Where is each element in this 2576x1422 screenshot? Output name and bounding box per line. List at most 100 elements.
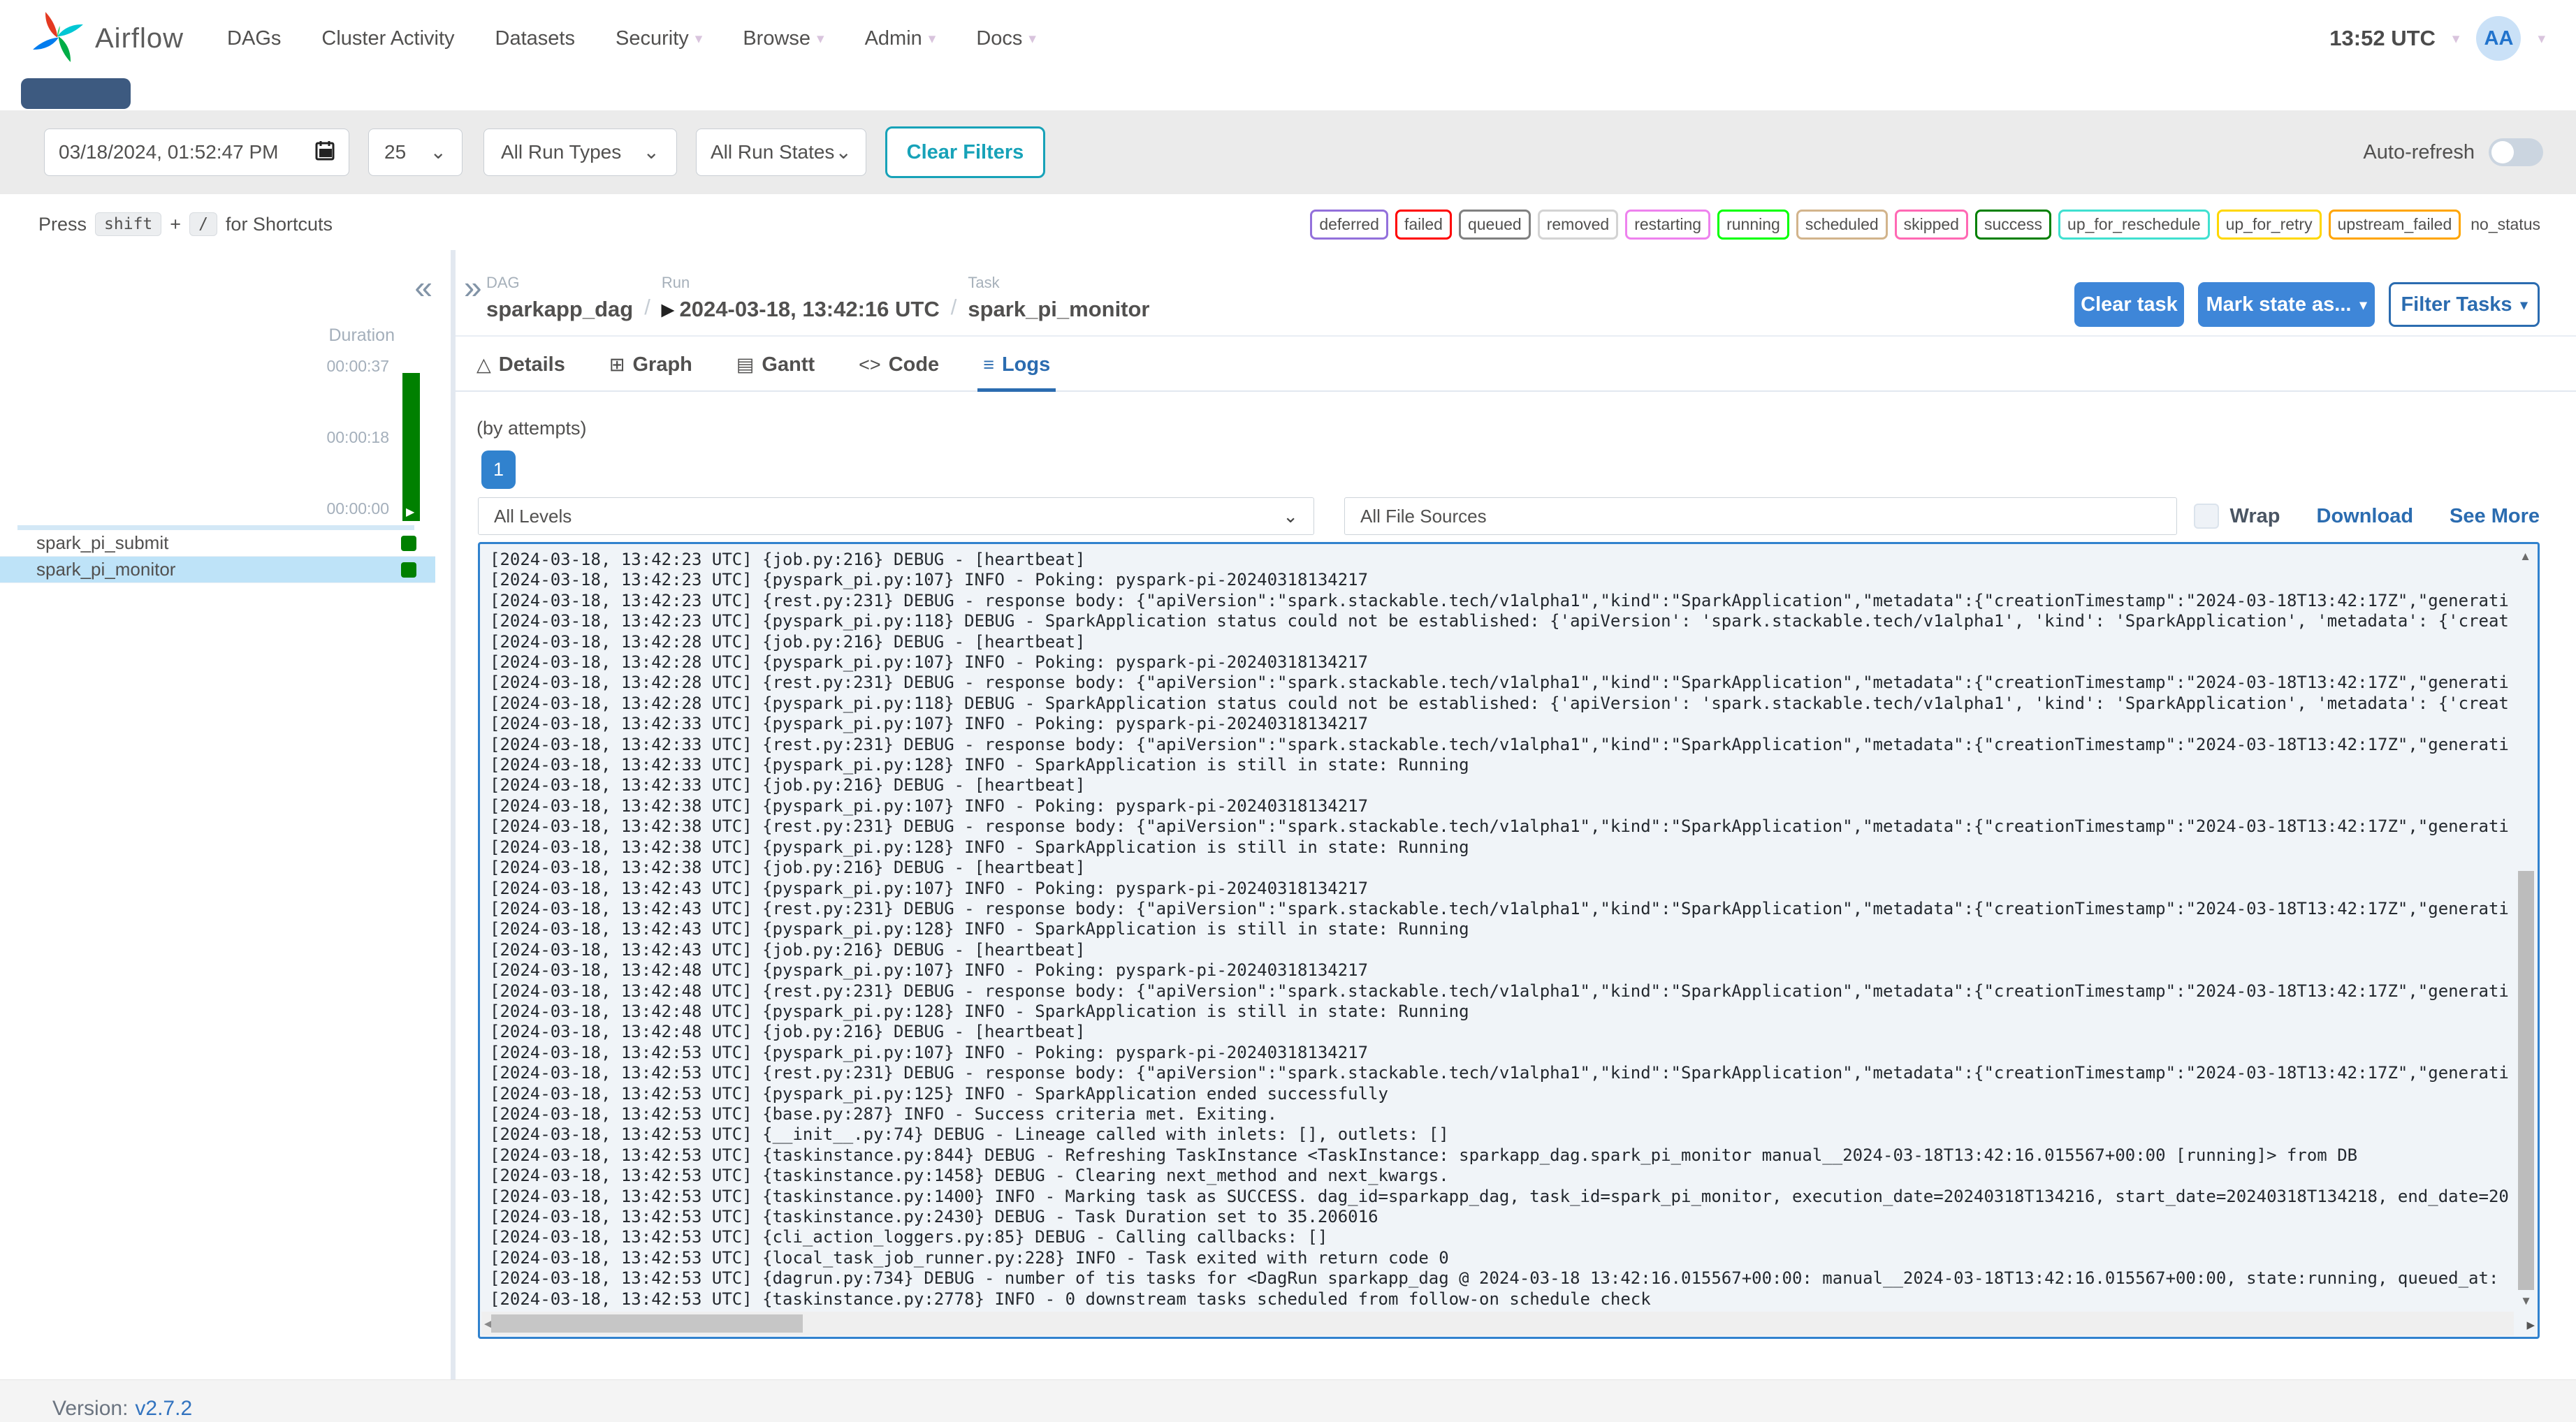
user-chevron-down-icon[interactable]: ▾ xyxy=(2538,30,2545,47)
tab-icon: ▤ xyxy=(736,353,755,375)
breadcrumb-run[interactable]: Run ▶ 2024-03-18, 13:42:16 UTC xyxy=(662,274,940,322)
log-line: [2024-03-18, 13:42:53 UTC] {taskinstance… xyxy=(490,1207,1378,1226)
task-actions: Clear task Mark state as... ▾ Filter Tas… xyxy=(2074,282,2540,327)
task-status-square[interactable] xyxy=(401,562,416,578)
filter-tasks-button[interactable]: Filter Tasks ▾ xyxy=(2389,282,2540,327)
page-size-select[interactable]: 25 ⌄ xyxy=(368,129,463,176)
legend-badge-up_for_retry[interactable]: up_for_retry xyxy=(2216,209,2322,240)
task-name: spark_pi_submit xyxy=(36,532,169,553)
tab-label: Code xyxy=(888,353,940,376)
legend-badge-success[interactable]: success xyxy=(1974,209,2052,240)
calendar-icon[interactable] xyxy=(315,140,335,166)
horizontal-scrollbar-track[interactable]: ◀ xyxy=(481,1312,2514,1335)
wrap-checkbox[interactable] xyxy=(2193,504,2219,529)
grid-view-button-partial[interactable] xyxy=(21,78,131,109)
log-levels-select[interactable]: All Levels ⌄ xyxy=(478,497,1314,535)
nav-item-docs[interactable]: Docs ▾ xyxy=(976,27,1036,50)
duration-tick: 00:00:00 xyxy=(326,499,389,518)
nav-item-browse[interactable]: Browse ▾ xyxy=(743,27,824,50)
shortcuts-hint: Press shift + / for Shortcuts xyxy=(38,212,333,236)
clock[interactable]: 13:52 UTC xyxy=(2329,26,2436,51)
wrap-toggle[interactable]: Wrap xyxy=(2193,504,2280,529)
log-line: [2024-03-18, 13:42:38 UTC] {pyspark_pi.p… xyxy=(490,796,1369,816)
clear-filters-button[interactable]: Clear Filters xyxy=(885,126,1045,178)
scroll-down-icon[interactable]: ▼ xyxy=(2520,1294,2532,1308)
legend-badge-removed[interactable]: removed xyxy=(1537,209,1619,240)
attempt-1-button[interactable]: 1 xyxy=(481,450,516,489)
collapse-sidebar-icon[interactable]: « xyxy=(414,271,432,303)
expand-panel-icon[interactable]: » xyxy=(464,271,482,303)
detail-tabs: △ Details ⊞ Graph ▤ Gantt <> Code ≡ Logs xyxy=(456,339,2576,392)
breadcrumb-dag[interactable]: DAG sparkapp_dag xyxy=(486,274,633,322)
chevron-down-icon: ⌄ xyxy=(835,141,852,163)
nav-item-security[interactable]: Security ▾ xyxy=(616,27,702,50)
log-line: [2024-03-18, 13:42:48 UTC] {pyspark_pi.p… xyxy=(490,960,1369,981)
clear-task-button[interactable]: Clear task xyxy=(2074,282,2184,327)
tab-code[interactable]: <> Code xyxy=(859,339,939,390)
auto-refresh-toggle[interactable] xyxy=(2489,138,2543,166)
log-line: [2024-03-18, 13:42:33 UTC] {job.py:216} … xyxy=(490,775,1086,796)
legend-badge-queued[interactable]: queued xyxy=(1458,209,1531,240)
legend-badge-scheduled[interactable]: scheduled xyxy=(1796,209,1888,240)
base-date-input[interactable]: 03/18/2024, 01:52:47 PM xyxy=(44,129,349,176)
file-sources-select[interactable]: All File Sources xyxy=(1344,497,2177,535)
tab-icon: <> xyxy=(859,353,881,375)
filter-bar: 03/18/2024, 01:52:47 PM 25 ⌄ All Run Typ… xyxy=(0,110,2576,194)
log-line: [2024-03-18, 13:42:43 UTC] {pyspark_pi.p… xyxy=(490,919,1469,939)
panel-divider[interactable] xyxy=(451,250,456,1379)
scroll-up-icon[interactable]: ▲ xyxy=(2519,550,2531,564)
task-row-spark_pi_monitor[interactable]: spark_pi_monitor xyxy=(0,557,435,583)
tab-logs[interactable]: ≡ Logs xyxy=(977,339,1056,392)
nav-item-dags[interactable]: DAGs ▾ xyxy=(227,27,281,50)
log-line: [2024-03-18, 13:42:23 UTC] {rest.py:231}… xyxy=(490,590,2508,610)
horizontal-scrollbar-thumb[interactable] xyxy=(491,1314,803,1333)
chevron-down-icon: ▾ xyxy=(817,30,824,47)
download-link[interactable]: Download xyxy=(2317,505,2414,528)
legend-badge-deferred[interactable]: deferred xyxy=(1310,209,1388,240)
legend-badge-failed[interactable]: failed xyxy=(1395,209,1452,240)
navbar-right: 13:52 UTC ▾ AA ▾ xyxy=(2329,16,2576,61)
breadcrumb-separator: / xyxy=(644,295,650,319)
main-area: « Duration 00:00:37 00:00:18 00:00:00 ▶ … xyxy=(0,250,2576,1379)
task-row-spark_pi_submit[interactable]: spark_pi_submit xyxy=(0,530,435,557)
legend-badge-no_status[interactable]: no_status xyxy=(2468,212,2543,237)
tab-graph[interactable]: ⊞ Graph xyxy=(609,339,692,390)
duration-bar[interactable]: ▶ xyxy=(402,373,420,521)
scroll-right-icon[interactable]: ▶ xyxy=(2526,1319,2535,1331)
task-separator xyxy=(17,525,414,530)
tab-details[interactable]: △ Details xyxy=(476,339,565,390)
chevron-down-icon: ▾ xyxy=(2520,297,2528,313)
run-play-icon: ▶ xyxy=(661,300,674,318)
breadcrumb-task[interactable]: Task spark_pi_monitor xyxy=(968,274,1149,322)
brand[interactable]: Airflow xyxy=(31,8,184,70)
run-types-select[interactable]: All Run Types ⌄ xyxy=(483,129,677,176)
play-icon: ▶ xyxy=(406,506,415,518)
avatar[interactable]: AA xyxy=(2476,16,2522,61)
nav-item-datasets[interactable]: Datasets ▾ xyxy=(495,27,575,50)
legend-badge-running[interactable]: running xyxy=(1717,209,1789,240)
breadcrumb: DAG sparkapp_dag / Run ▶ 2024-03-18, 13:… xyxy=(486,274,1150,322)
chevron-down-icon: ▾ xyxy=(2359,297,2367,313)
vertical-scrollbar-thumb[interactable] xyxy=(2518,871,2534,1290)
run-states-select[interactable]: All Run States ⌄ xyxy=(696,129,866,176)
tab-gantt[interactable]: ▤ Gantt xyxy=(736,339,815,390)
log-line: [2024-03-18, 13:42:33 UTC] {rest.py:231}… xyxy=(490,734,2508,754)
task-status-square[interactable] xyxy=(401,535,416,551)
chevron-down-icon: ⌄ xyxy=(643,141,660,163)
chevron-down-icon: ▾ xyxy=(694,30,703,47)
clock-chevron-down-icon[interactable]: ▾ xyxy=(2452,30,2460,47)
legend-badge-restarting[interactable]: restarting xyxy=(1625,209,1711,240)
see-more-link[interactable]: See More xyxy=(2450,505,2540,528)
footer: Version: v2.7.2 xyxy=(0,1379,2576,1422)
navbar: Airflow DAGs ▾ Cluster Activity ▾ Datase… xyxy=(0,0,2576,77)
legend-badge-skipped[interactable]: skipped xyxy=(1894,209,1968,240)
nav-item-admin[interactable]: Admin ▾ xyxy=(865,27,936,50)
mark-state-button[interactable]: Mark state as... ▾ xyxy=(2198,282,2375,327)
version-link[interactable]: v2.7.2 xyxy=(135,1397,192,1421)
log-line: [2024-03-18, 13:42:53 UTC] {__init__.py:… xyxy=(490,1124,1449,1145)
shift-key: shift xyxy=(95,212,162,236)
nav-item-cluster-activity[interactable]: Cluster Activity ▾ xyxy=(321,27,454,50)
legend-badge-up_for_reschedule[interactable]: up_for_reschedule xyxy=(2058,209,2210,240)
legend-badge-upstream_failed[interactable]: upstream_failed xyxy=(2328,209,2461,240)
log-line: [2024-03-18, 13:42:23 UTC] {job.py:216} … xyxy=(490,550,1086,569)
